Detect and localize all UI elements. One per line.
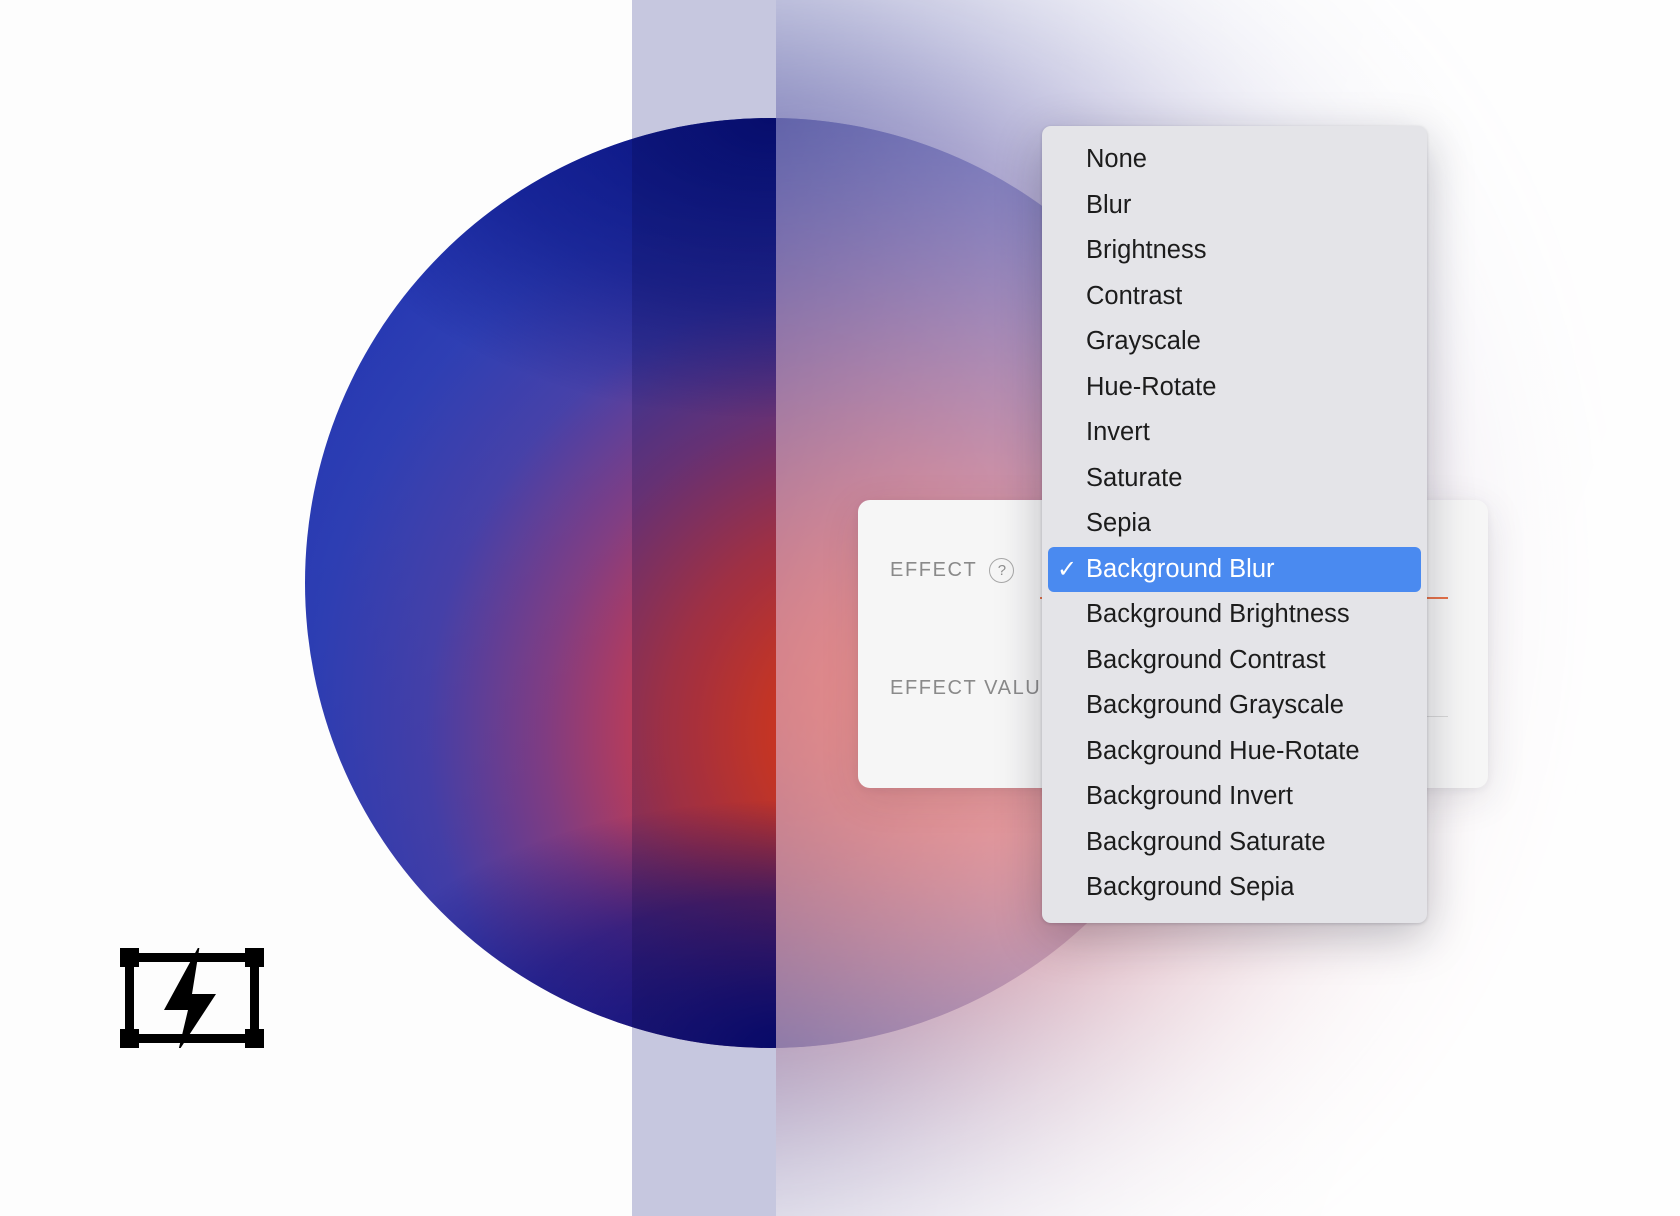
- dropdown-item[interactable]: ✓ Background Blur: [1048, 546, 1421, 592]
- dropdown-item[interactable]: ✓Grayscale: [1042, 319, 1427, 365]
- dropdown-item-label: Background Saturate: [1086, 827, 1326, 856]
- dropdown-item[interactable]: ✓Background Saturate: [1042, 820, 1427, 866]
- dropdown-item-label: Sepia: [1086, 509, 1152, 538]
- dropdown-item-label: Invert: [1086, 418, 1150, 447]
- effect-value-label: EFFECT VALUE: [890, 676, 1057, 699]
- check-icon-placeholder: ✓: [1048, 509, 1086, 538]
- check-icon-placeholder: ✓: [1048, 737, 1086, 766]
- dropdown-item[interactable]: ✓Background Sepia: [1042, 865, 1427, 911]
- dropdown-item[interactable]: ✓Saturate: [1042, 456, 1427, 502]
- question-circle-icon[interactable]: ?: [989, 557, 1015, 583]
- dropdown-item[interactable]: ✓Background Hue-Rotate: [1042, 729, 1427, 775]
- dropdown-item-label: None: [1086, 145, 1147, 174]
- dropdown-item[interactable]: ✓Blur: [1042, 183, 1427, 229]
- dropdown-item-label: Hue-Rotate: [1086, 372, 1217, 401]
- check-icon-placeholder: ✓: [1048, 236, 1086, 265]
- dropdown-item-label: Background Sepia: [1086, 873, 1295, 902]
- check-icon-placeholder: ✓: [1048, 327, 1086, 356]
- check-icon-placeholder: ✓: [1048, 373, 1086, 402]
- check-icon-placeholder: ✓: [1048, 464, 1086, 493]
- dropdown-item-label: Contrast: [1086, 281, 1183, 310]
- dropdown-item[interactable]: ✓Hue-Rotate: [1042, 365, 1427, 411]
- check-icon-placeholder: ✓: [1048, 145, 1086, 174]
- check-icon-placeholder: ✓: [1048, 282, 1086, 311]
- dropdown-item-label: Background Brightness: [1086, 600, 1350, 629]
- check-icon-placeholder: ✓: [1048, 600, 1086, 629]
- dropdown-item-label: Background Contrast: [1086, 645, 1326, 674]
- check-icon: ✓: [1056, 555, 1078, 583]
- dropdown-item-label: Saturate: [1086, 463, 1183, 492]
- dropdown-item[interactable]: ✓Sepia: [1042, 501, 1427, 547]
- check-icon-placeholder: ✓: [1048, 873, 1086, 902]
- check-icon-placeholder: ✓: [1048, 691, 1086, 720]
- dropdown-item-label: Background Hue-Rotate: [1086, 736, 1360, 765]
- effect-label: EFFECT: [890, 558, 978, 581]
- app-canvas: EFFECT ? Background Blur EFFECT VALUE ✓N…: [0, 0, 1680, 1216]
- dropdown-item-label: Background Invert: [1086, 782, 1293, 811]
- dropdown-item-label: Blur: [1086, 190, 1132, 219]
- check-icon-placeholder: ✓: [1048, 191, 1086, 220]
- dropdown-item[interactable]: ✓Contrast: [1042, 274, 1427, 320]
- comparison-strip: [632, 0, 776, 1216]
- dropdown-item[interactable]: ✓Brightness: [1042, 228, 1427, 274]
- effect-dropdown-menu[interactable]: ✓None✓Blur✓Brightness✓Contrast✓Grayscale…: [1042, 126, 1427, 923]
- dropdown-item-label: Brightness: [1086, 236, 1207, 265]
- check-icon-placeholder: ✓: [1048, 418, 1086, 447]
- dropdown-item[interactable]: ✓Background Contrast: [1042, 638, 1427, 684]
- check-icon-placeholder: ✓: [1048, 782, 1086, 811]
- dropdown-item-label: Background Blur: [1086, 554, 1275, 583]
- check-icon-placeholder: ✓: [1048, 646, 1086, 675]
- dropdown-item[interactable]: ✓Background Grayscale: [1042, 683, 1427, 729]
- dropdown-item-label: Background Grayscale: [1086, 691, 1344, 720]
- dropdown-item[interactable]: ✓Background Invert: [1042, 774, 1427, 820]
- check-icon-placeholder: ✓: [1048, 828, 1086, 857]
- dropdown-item-label: Grayscale: [1086, 327, 1201, 356]
- bracket-lightning-bolt-icon: [120, 944, 264, 1052]
- dropdown-item[interactable]: ✓None: [1042, 137, 1427, 183]
- dropdown-item[interactable]: ✓Background Brightness: [1042, 592, 1427, 638]
- dropdown-item[interactable]: ✓Invert: [1042, 410, 1427, 456]
